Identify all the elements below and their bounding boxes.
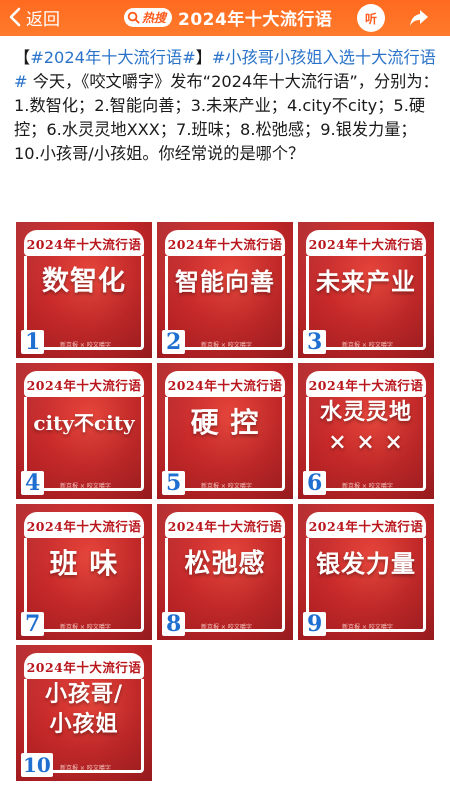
card-credit: 新京报 × 咬文嚼字: [342, 483, 393, 490]
card-word: 小孩哥/ 小孩姐: [16, 679, 152, 739]
card-number: 5: [162, 471, 186, 495]
card-word: 银发力量: [316, 549, 416, 578]
card-word: 智能向善: [175, 267, 275, 296]
bracket-close: 】: [195, 48, 212, 67]
title-text: 2024年十大流行语: [178, 9, 333, 30]
card-header: 2024年十大流行语: [306, 371, 426, 397]
card-word: 数智化: [42, 266, 126, 297]
card-header: 2024年十大流行语: [24, 230, 144, 256]
bracket-open: 【: [14, 48, 31, 67]
card-credit: 新京报 × 咬文嚼字: [60, 483, 111, 490]
card-header: 2024年十大流行语: [306, 230, 426, 256]
card-header: 2024年十大流行语: [165, 371, 285, 397]
image-grid: 2024年十大流行语 数智化 1 新京报 × 咬文嚼字 2024年十大流行语 智…: [16, 222, 436, 792]
image-card[interactable]: 2024年十大流行语 小孩哥/ 小孩姐 10 新京报 × 咬文嚼字: [16, 645, 152, 781]
card-number: 9: [303, 612, 327, 636]
image-card[interactable]: 2024年十大流行语 银发力量 9 新京报 × 咬文嚼字: [298, 504, 434, 640]
page-title: 热搜 2024年十大流行语: [124, 4, 332, 30]
card-number: 1: [21, 330, 45, 354]
image-card[interactable]: 2024年十大流行语 班 味 7 新京报 × 咬文嚼字: [16, 504, 152, 640]
card-word-line: 小孩姐: [49, 711, 119, 737]
card-word-line: 水灵灵地: [319, 399, 412, 425]
hashtag-link[interactable]: #2024年十大流行语#: [30, 48, 195, 67]
card-number: 6: [303, 471, 327, 495]
card-word-line: × × ×: [328, 429, 404, 455]
post-body: 今天，《咬文嚼字》发布“2024年十大流行语”，分别为：1.数智化；2.智能向善…: [14, 72, 439, 163]
card-number: 8: [162, 612, 186, 636]
card-credit: 新京报 × 咬文嚼字: [60, 765, 111, 772]
card-number: 2: [162, 330, 186, 354]
hot-badge-label: 热搜: [142, 10, 167, 25]
card-credit: 新京报 × 咬文嚼字: [342, 624, 393, 631]
image-card[interactable]: 2024年十大流行语 松弛感 8 新京报 × 咬文嚼字: [157, 504, 293, 640]
card-word: 水灵灵地 × × ×: [298, 397, 434, 457]
listen-label: 听: [364, 11, 377, 26]
image-card[interactable]: 2024年十大流行语 数智化 1 新京报 × 咬文嚼字: [16, 222, 152, 358]
listen-button[interactable]: 听: [357, 4, 385, 32]
card-number: 10: [21, 753, 53, 777]
card-credit: 新京报 × 咬文嚼字: [201, 342, 252, 349]
back-button[interactable]: 返回: [8, 4, 60, 30]
card-word: 硬 控: [190, 406, 260, 439]
card-credit: 新京报 × 咬文嚼字: [201, 483, 252, 490]
share-icon[interactable]: [406, 5, 432, 31]
card-word: city不city: [33, 411, 135, 435]
card-header: 2024年十大流行语: [165, 230, 285, 256]
image-card[interactable]: 2024年十大流行语 智能向善 2 新京报 × 咬文嚼字: [157, 222, 293, 358]
card-number: 3: [303, 330, 327, 354]
card-word: 未来产业: [316, 267, 416, 296]
top-bar: 返回 热搜 2024年十大流行语 听: [0, 0, 450, 36]
card-header: 2024年十大流行语: [24, 653, 144, 679]
back-label: 返回: [26, 9, 60, 30]
image-card[interactable]: 2024年十大流行语 硬 控 5 新京报 × 咬文嚼字: [157, 363, 293, 499]
card-header: 2024年十大流行语: [24, 371, 144, 397]
card-credit: 新京报 × 咬文嚼字: [342, 342, 393, 349]
image-card[interactable]: 2024年十大流行语 city不city 4 新京报 × 咬文嚼字: [16, 363, 152, 499]
card-header: 2024年十大流行语: [165, 512, 285, 538]
card-number: 4: [21, 471, 45, 495]
image-card[interactable]: 2024年十大流行语 水灵灵地 × × × 6 新京报 × 咬文嚼字: [298, 363, 434, 499]
chevron-left-icon: [9, 7, 21, 27]
card-credit: 新京报 × 咬文嚼字: [60, 342, 111, 349]
hot-search-badge: 热搜: [124, 7, 173, 27]
card-word: 松弛感: [184, 549, 266, 579]
card-number: 7: [21, 612, 45, 636]
post-text: 【#2024年十大流行语#】#小孩哥小孩姐入选十大流行语# 今天，《咬文嚼字》发…: [14, 46, 440, 166]
card-credit: 新京报 × 咬文嚼字: [201, 624, 252, 631]
card-header: 2024年十大流行语: [24, 512, 144, 538]
card-credit: 新京报 × 咬文嚼字: [60, 624, 111, 631]
card-word-line: 小孩哥/: [44, 681, 124, 707]
image-card[interactable]: 2024年十大流行语 未来产业 3 新京报 × 咬文嚼字: [298, 222, 434, 358]
search-icon: [127, 11, 140, 24]
card-word: 班 味: [49, 547, 119, 580]
card-header: 2024年十大流行语: [306, 512, 426, 538]
